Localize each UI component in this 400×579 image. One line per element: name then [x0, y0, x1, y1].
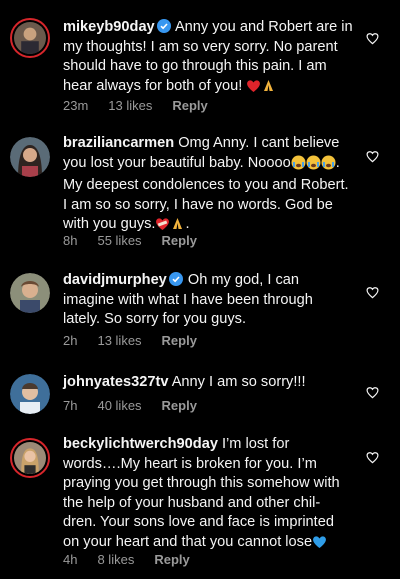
- verified-badge-icon: [168, 272, 183, 286]
- like-count[interactable]: 13 likes: [97, 333, 141, 348]
- comment-body: beckylichtwerch90day I’m lost for words……: [63, 435, 353, 556]
- avatar[interactable]: [10, 18, 50, 58]
- like-heart-icon[interactable]: [366, 150, 379, 163]
- reply-button[interactable]: Reply: [162, 398, 197, 413]
- comment-body: mikeyb90day Anny you and Robert are in m…: [63, 18, 353, 99]
- avatar[interactable]: [10, 137, 50, 177]
- comment-meta: 2h 13 likes Reply: [63, 333, 217, 348]
- like-count[interactable]: 55 likes: [97, 233, 141, 248]
- reply-button[interactable]: Reply: [154, 552, 189, 567]
- reply-button[interactable]: Reply: [162, 233, 197, 248]
- comment-text: Anny I am so sorry!!!: [171, 374, 306, 390]
- username[interactable]: johnyates327tv: [63, 374, 168, 390]
- avatar[interactable]: [10, 374, 50, 414]
- comment-text: I’m lost for words….My heart is broken f…: [63, 436, 340, 550]
- like-heart-icon[interactable]: [366, 32, 379, 45]
- red-heart-icon: [246, 79, 261, 100]
- verified-badge-icon: [156, 19, 171, 33]
- comment-meta: 8h 55 likes Reply: [63, 233, 217, 248]
- timestamp: 8h: [63, 233, 78, 248]
- crying-face-icon: [291, 155, 306, 177]
- reply-button[interactable]: Reply: [172, 98, 207, 113]
- username[interactable]: beckylichtwerch90day: [63, 436, 218, 452]
- username[interactable]: mikeyb90day: [63, 19, 155, 35]
- comment-meta: 23m 13 likes Reply: [63, 98, 228, 113]
- timestamp: 7h: [63, 398, 78, 413]
- crying-face-icon: [321, 155, 336, 177]
- comment-body: johnyates327tv Anny I am so sorry!!!: [63, 373, 353, 393]
- crying-face-icon: [306, 155, 321, 177]
- blue-heart-icon: [312, 535, 327, 556]
- username[interactable]: braziliancarmen: [63, 135, 174, 151]
- like-count[interactable]: 40 likes: [97, 398, 141, 413]
- comment-meta: 4h 8 likes Reply: [63, 552, 210, 567]
- timestamp: 2h: [63, 333, 78, 348]
- timestamp: 23m: [63, 98, 89, 113]
- timestamp: 4h: [63, 552, 78, 567]
- comment-body: davidjmurphey Oh my god, I can imagine w…: [63, 271, 353, 330]
- reply-button[interactable]: Reply: [162, 333, 197, 348]
- like-count[interactable]: 8 likes: [97, 552, 134, 567]
- like-heart-icon[interactable]: [366, 286, 379, 299]
- username[interactable]: davidjmurphey: [63, 272, 167, 288]
- avatar[interactable]: [10, 273, 50, 313]
- comment-meta: 7h 40 likes Reply: [63, 398, 217, 413]
- avatar[interactable]: [10, 438, 50, 478]
- like-heart-icon[interactable]: [366, 386, 379, 399]
- comment-body: braziliancarmen Omg Anny. I cant believe…: [63, 134, 353, 238]
- folded-hands-icon: [261, 79, 276, 100]
- like-count[interactable]: 13 likes: [108, 98, 152, 113]
- like-heart-icon[interactable]: [366, 451, 379, 464]
